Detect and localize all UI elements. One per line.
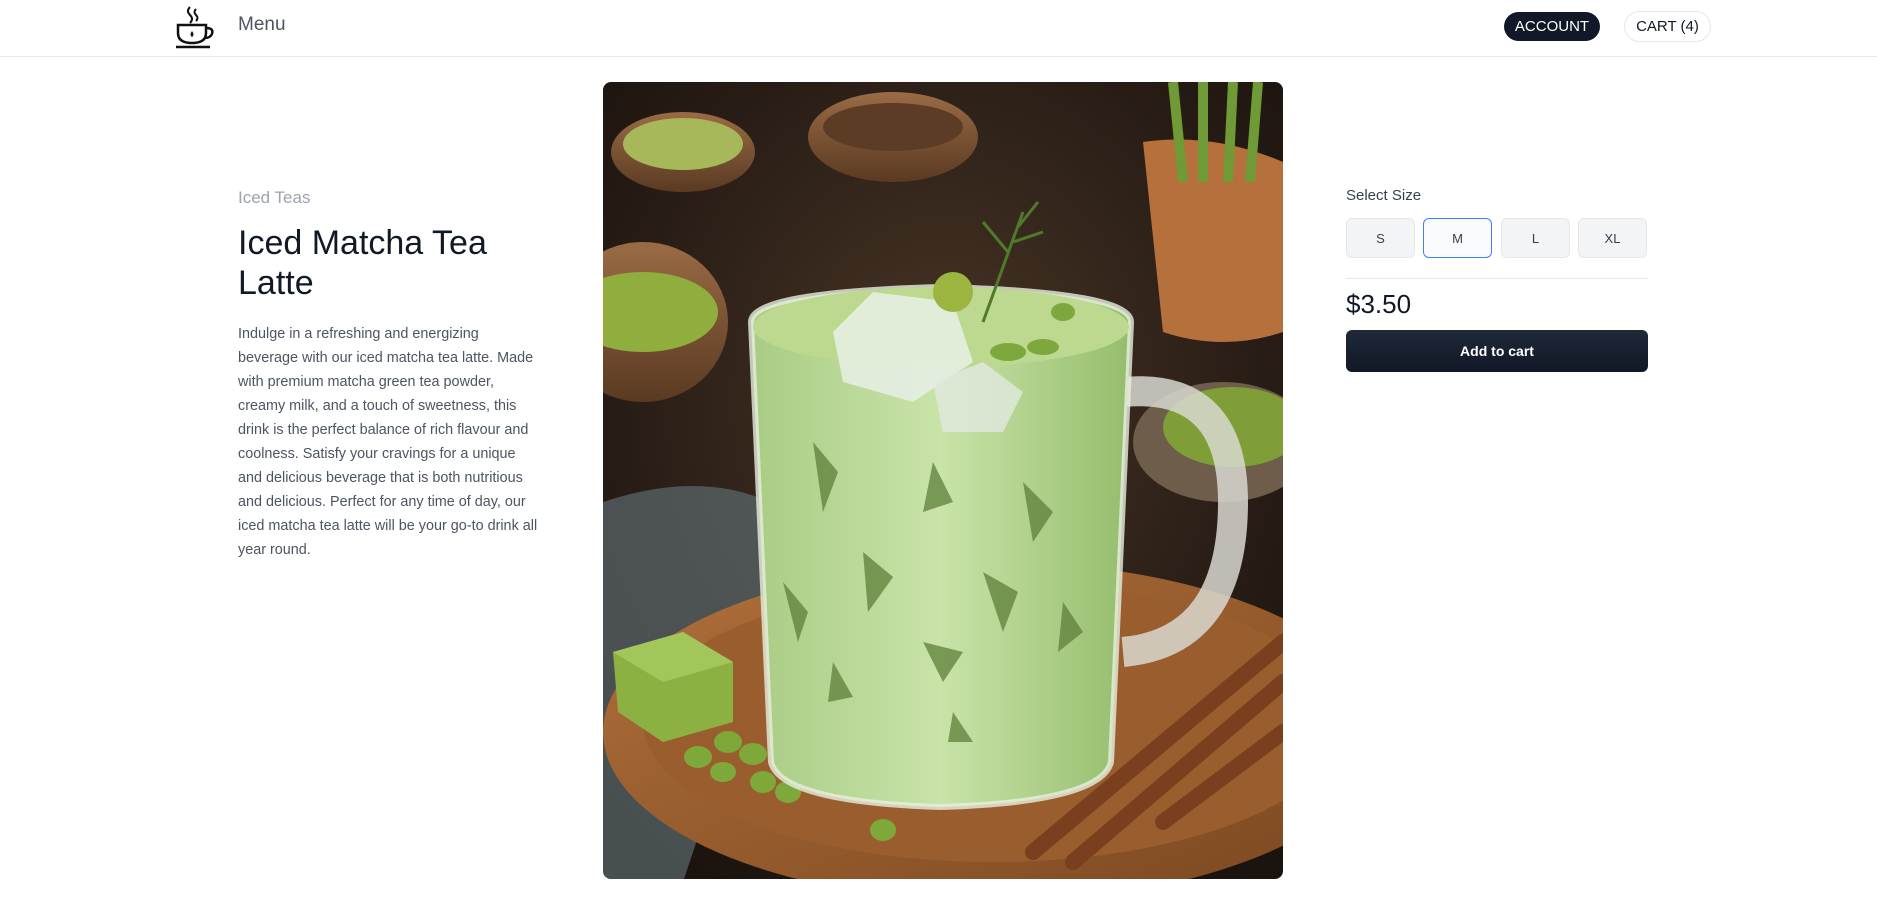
product-title: Iced Matcha Tea Latte: [238, 224, 487, 302]
product-price: $3.50: [1346, 289, 1412, 319]
product-image: [603, 82, 1283, 879]
site-header: Menu ACCOUNT CART (4): [0, 0, 1877, 57]
select-size-label: Select Size: [1346, 187, 1422, 204]
size-option-s[interactable]: S: [1346, 218, 1415, 258]
menu-link[interactable]: Menu: [238, 14, 286, 36]
size-option-l[interactable]: L: [1501, 218, 1570, 258]
size-selector: S M L XL: [1346, 218, 1648, 258]
product-category: Iced Teas: [238, 188, 311, 207]
cart-button[interactable]: CART (4): [1624, 11, 1711, 42]
divider: [1346, 278, 1648, 279]
add-to-cart-button[interactable]: Add to cart: [1346, 330, 1648, 372]
size-option-xl[interactable]: XL: [1578, 218, 1647, 258]
account-button[interactable]: ACCOUNT: [1504, 12, 1600, 41]
size-option-m[interactable]: M: [1423, 218, 1492, 258]
product-description: Indulge in a refreshing and energizing b…: [238, 326, 538, 558]
coffee-cup-icon[interactable]: [174, 5, 216, 49]
